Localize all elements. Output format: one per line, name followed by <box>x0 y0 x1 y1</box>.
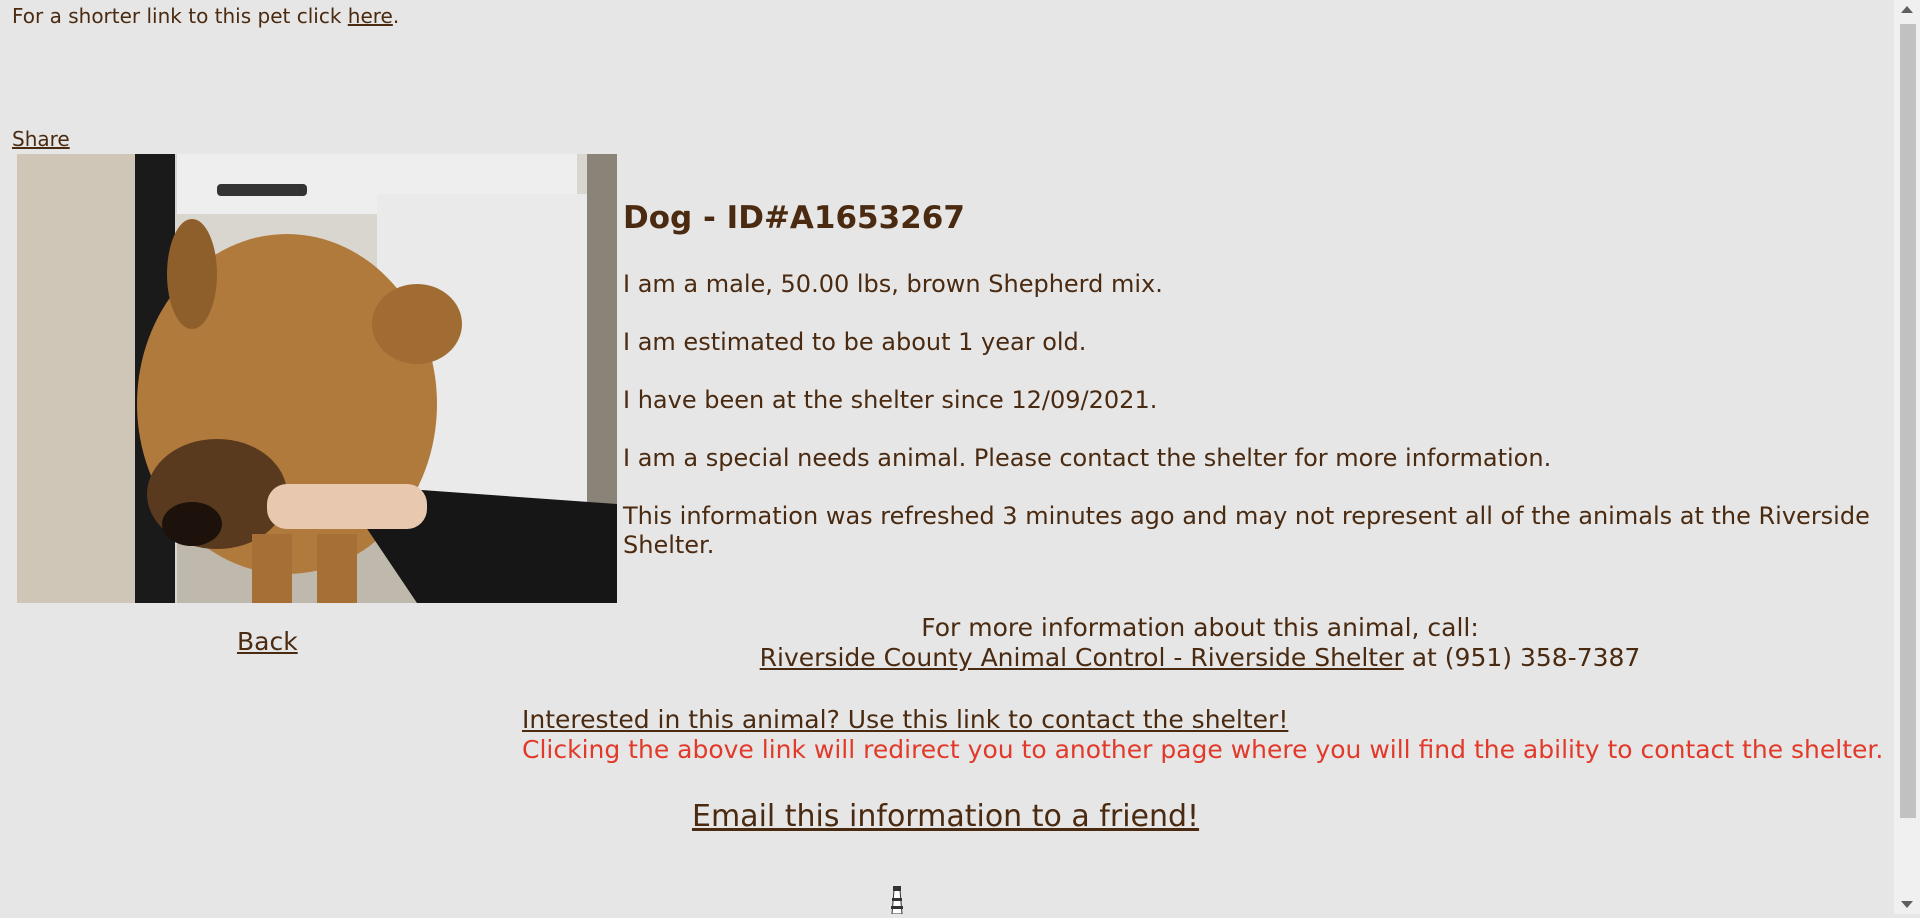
short-link-prefix: For a shorter link to this pet click <box>12 4 348 28</box>
shelter-link[interactable]: Riverside County Animal Control - Rivers… <box>760 643 1404 672</box>
short-link-line: For a shorter link to this pet click her… <box>12 4 399 28</box>
refresh-notice: This information was refreshed 3 minutes… <box>623 502 1870 559</box>
contact-info: For more information about this animal, … <box>580 613 1820 673</box>
scroll-thumb[interactable] <box>1900 24 1916 818</box>
animal-intake-date: I have been at the shelter since 12/09/2… <box>623 386 1158 414</box>
email-friend-link[interactable]: Email this information to a friend! <box>692 799 1199 834</box>
redirect-warning: Clicking the above link will redirect yo… <box>522 735 1884 764</box>
animal-special-needs: I am a special needs animal. Please cont… <box>623 444 1552 472</box>
interest-section: Interested in this animal? Use this link… <box>522 705 1883 765</box>
short-link[interactable]: here <box>348 4 393 28</box>
animal-description: I am a male, 50.00 lbs, brown Shepherd m… <box>623 270 1163 298</box>
lighthouse-icon <box>888 886 906 915</box>
scroll-down-icon[interactable] <box>1901 901 1913 908</box>
scroll-up-icon[interactable] <box>1901 6 1913 13</box>
short-link-suffix: . <box>392 4 400 28</box>
shelter-phone: at (951) 358-7387 <box>1403 643 1641 672</box>
animal-age: I am estimated to be about 1 year old. <box>623 328 1087 356</box>
vertical-scrollbar[interactable] <box>1894 0 1920 914</box>
contact-line: Riverside County Animal Control - Rivers… <box>580 643 1820 673</box>
animal-info: Dog - ID#A1653267 I am a male, 50.00 lbs… <box>623 200 1888 589</box>
share-link[interactable]: Share <box>12 127 70 151</box>
contact-intro: For more information about this animal, … <box>921 613 1479 642</box>
contact-shelter-link[interactable]: Interested in this animal? Use this link… <box>522 705 1288 734</box>
back-link[interactable]: Back <box>237 627 298 656</box>
animal-title: Dog - ID#A1653267 <box>623 200 965 236</box>
pet-photo <box>17 154 617 603</box>
